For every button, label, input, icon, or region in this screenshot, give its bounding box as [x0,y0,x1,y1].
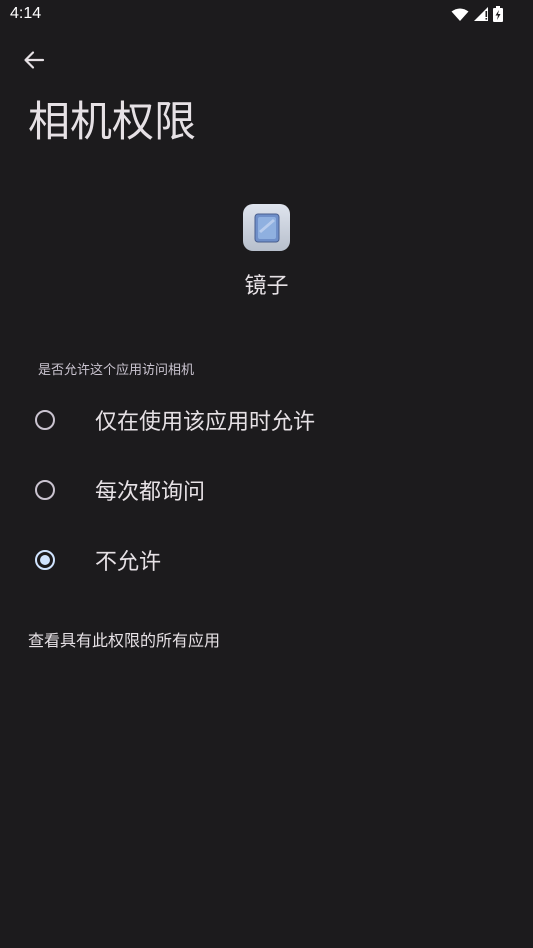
radio-button[interactable] [35,480,55,500]
permission-section-header: 是否允许这个应用访问相机 [38,363,195,378]
status-bar: 4:14 [0,0,533,30]
view-all-apps-link[interactable]: 查看具有此权限的所有应用 [28,627,220,651]
option-deny[interactable]: 不允许 [0,530,533,590]
app-name: 镜子 [244,274,289,299]
back-button[interactable] [14,42,54,82]
option-label: 每次都询问 [95,480,206,505]
status-icons [451,6,503,26]
mirror-app-icon [243,204,290,251]
status-time: 4:14 [10,5,42,22]
back-arrow-icon [23,49,45,75]
signal-icon [473,6,489,26]
option-label: 仅在使用该应用时允许 [95,410,316,435]
wifi-icon [451,7,469,26]
battery-icon [493,6,503,26]
page-title: 相机权限 [28,97,197,146]
option-ask-every-time[interactable]: 每次都询问 [0,460,533,520]
radio-button-selected[interactable] [35,550,55,570]
option-allow-while-using[interactable]: 仅在使用该应用时允许 [0,390,533,450]
radio-button[interactable] [35,410,55,430]
option-label: 不允许 [95,550,162,575]
